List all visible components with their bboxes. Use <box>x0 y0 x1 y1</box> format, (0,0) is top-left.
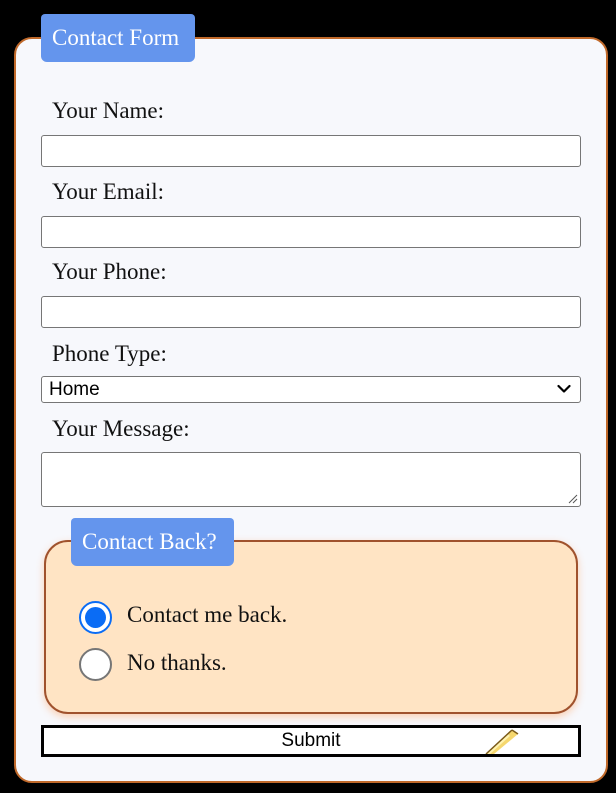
submit-button[interactable]: Submit <box>41 725 581 757</box>
contact-back-fieldset <box>44 540 578 714</box>
submit-label: Submit <box>281 730 341 751</box>
resize-grip-icon[interactable] <box>566 492 578 504</box>
message-label: Your Message: <box>52 416 190 441</box>
contact-back-legend: Contact Back? <box>71 518 234 566</box>
phone-type-select[interactable]: Home <box>41 376 581 403</box>
phone-input[interactable] <box>41 296 581 328</box>
contact-me-back-radio[interactable] <box>79 601 112 634</box>
contact-me-back-label[interactable]: Contact me back. <box>127 603 287 626</box>
phone-label: Your Phone: <box>52 259 167 284</box>
phone-type-selected-value: Home <box>49 379 100 400</box>
chevron-down-icon <box>557 384 571 393</box>
name-label: Your Name: <box>52 98 165 123</box>
no-thanks-radio[interactable] <box>79 648 112 681</box>
contact-form-legend: Contact Form <box>41 14 195 62</box>
name-input[interactable] <box>41 135 581 167</box>
no-thanks-label[interactable]: No thanks. <box>127 651 227 674</box>
message-textarea[interactable] <box>41 452 581 507</box>
phone-type-label: Phone Type: <box>52 341 167 366</box>
email-label: Your Email: <box>52 179 165 204</box>
email-input[interactable] <box>41 216 581 248</box>
